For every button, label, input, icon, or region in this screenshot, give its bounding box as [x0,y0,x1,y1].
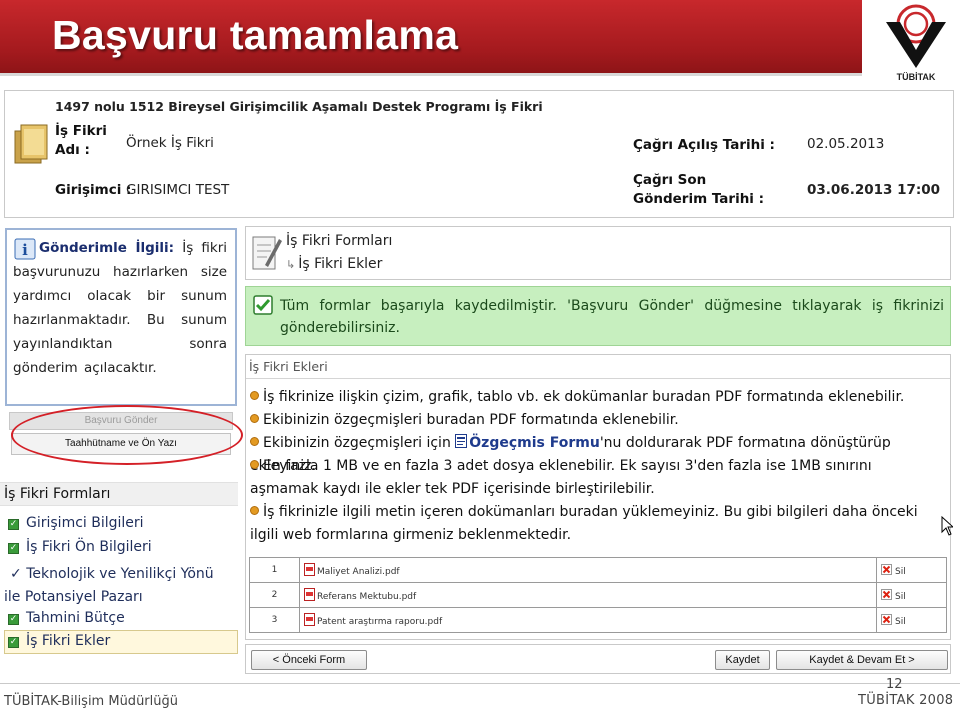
file-number: 1 [249,557,300,583]
notice-heading: Gönderimle İlgili: [39,240,175,256]
form-link-entrepreneur[interactable]: ✓ Girişimci Bilgileri [8,515,144,531]
notice-body: İş fikri başvurunuzu hazırlarken size ya… [13,240,227,376]
file-number: 2 [249,582,300,608]
check-icon: ✓ [8,614,19,625]
save-button[interactable]: Kaydet [715,650,770,670]
call-open-label: Çağrı Açılış Tarihi : [633,137,775,153]
attachment-info-item: İş fikrinizle ilgili metin içeren doküma… [250,504,918,543]
form-link-budget[interactable]: ✓ Tahmini Bütçe [8,610,125,626]
form-link-attachments[interactable]: ✓ İş Fikri Ekler [8,633,110,649]
footer-left-text: TÜBİTAK-Bilişim Müdürlüğü [4,694,178,709]
check-icon: ✓ [8,543,19,554]
bullet-icon [250,506,259,515]
file-link[interactable]: Maliyet Analizi.pdf [317,567,400,577]
delete-link[interactable]: Sil [895,617,906,627]
check-icon: ✓ [8,519,19,530]
delete-link[interactable]: Sil [895,567,906,577]
send-application-button[interactable]: Başvuru Gönder [9,412,233,430]
attachments-table: 1 Maliyet Analizi.pdf Sil 2 Referans Mek… [249,557,947,633]
file-name-cell: Patent araştırma raporu.pdf [299,607,877,633]
call-open-value: 02.05.2013 [807,136,885,152]
folder-icon [14,124,48,164]
form-link-technology[interactable]: ✓ Teknolojik ve Yenilikçi Yönü ile Potan… [4,563,234,609]
breadcrumb: İş Fikri Formları ↳ İş Fikri Ekler [245,226,951,280]
bullet-icon [250,391,259,400]
delete-cell[interactable]: Sil [876,582,947,608]
bullet-icon [250,460,259,469]
header-banner: Başvuru tamamlama TÜBİTAK [0,0,960,82]
subitem-arrow-icon: ↳ [286,258,296,271]
table-row: 3 Patent araştırma raporu.pdf Sil [249,607,947,633]
file-link[interactable]: Patent araştırma raporu.pdf [317,617,442,627]
bullet-icon [250,437,259,446]
file-name-cell: Maliyet Analizi.pdf [299,557,877,583]
attachment-info-item: İş fikrinize ilişkin çizim, grafik, tabl… [250,386,942,409]
bullet-icon [250,414,259,423]
application-info-panel: 1497 nolu 1512 Bireysel Girişimcilik Aşa… [4,90,954,218]
breadcrumb-level-2: ↳ İş Fikri Ekler [286,256,383,272]
notice-text: Gönderimle İlgili: İş fikri başvurunuzu … [13,236,227,380]
file-number: 3 [249,607,300,633]
logo-text: TÜBİTAK [896,72,936,82]
delete-icon[interactable] [881,563,892,575]
delete-cell[interactable]: Sil [876,607,947,633]
entrepreneur-label: Girişimci : [55,182,132,198]
footer-divider [0,683,960,684]
sidebar-button-group: Başvuru Gönder Taahhütname ve Ön Yazı [5,410,237,458]
document-edit-icon [252,236,282,270]
attachment-info-item: Ekibinizin özgeçmişleri buradan PDF form… [250,409,942,432]
form-actions-bar: < Önceki Form Kaydet Kaydet & Devam Et > [245,644,951,674]
table-row: 2 Referans Mektubu.pdf Sil [249,582,947,608]
attachments-panel: İş Fikri Ekleri İş fikrinize ilişkin çiz… [245,354,951,640]
form-link-preinfo[interactable]: ✓ İş Fikri Ön Bilgileri [8,539,152,555]
svg-text:i: i [22,241,28,259]
delete-icon[interactable] [881,588,892,600]
attachments-heading: İş Fikri Ekleri [246,355,950,379]
table-row: 1 Maliyet Analizi.pdf Sil [249,557,947,583]
success-message-text: Tüm formlar başarıyla kaydedilmiştir. 'B… [280,298,944,336]
mouse-cursor-icon [941,516,953,536]
tubitak-logo: TÜBİTAK [880,2,952,82]
page-number: 12 [886,677,903,692]
pdf-icon [304,588,315,601]
idea-name-value: Örnek İş Fikri [126,135,214,151]
breadcrumb-level-1[interactable]: İş Fikri Formları [286,233,392,249]
file-link[interactable]: Referans Mektubu.pdf [317,592,416,602]
page-title: Başvuru tamamlama [52,12,459,58]
success-check-icon [253,295,273,315]
call-deadline-value: 03.06.2013 17:00 [807,182,941,198]
info-icon: i [14,238,36,260]
word-document-icon [455,434,468,448]
delete-cell[interactable]: Sil [876,557,947,583]
pdf-icon [304,613,315,626]
idea-name-label: İş Fikri Adı : [55,123,107,158]
entrepreneur-value: GIRISIMCI TEST [126,182,230,198]
delete-icon[interactable] [881,613,892,625]
previous-form-button[interactable]: < Önceki Form [251,650,367,670]
send-notice-box: i Gönderimle İlgili: İş fikri başvurunuz… [5,228,237,406]
check-icon: ✓ [10,566,22,582]
pdf-icon [304,563,315,576]
program-title: 1497 nolu 1512 Bireysel Girişimcilik Aşa… [55,99,543,114]
footer-right-text: TÜBİTAK 2008 [858,693,954,708]
call-deadline-label: Çağrı Son Gönderim Tarihi : [633,172,765,207]
success-message-box: Tüm formlar başarıyla kaydedilmiştir. 'B… [245,286,951,346]
cv-form-link[interactable]: Özgeçmis Formu [469,435,600,451]
commitment-letter-button[interactable]: Taahhütname ve Ön Yazı [11,433,231,455]
attachment-info-item: En fazla 1 MB ve en fazla 3 adet dosya e… [250,458,872,497]
forms-heading: İş Fikri Formları [0,482,238,506]
save-continue-button[interactable]: Kaydet & Devam Et > [776,650,948,670]
delete-link[interactable]: Sil [895,592,906,602]
tubitak-logo-icon [886,4,946,68]
check-icon: ✓ [8,637,19,648]
file-name-cell: Referans Mektubu.pdf [299,582,877,608]
